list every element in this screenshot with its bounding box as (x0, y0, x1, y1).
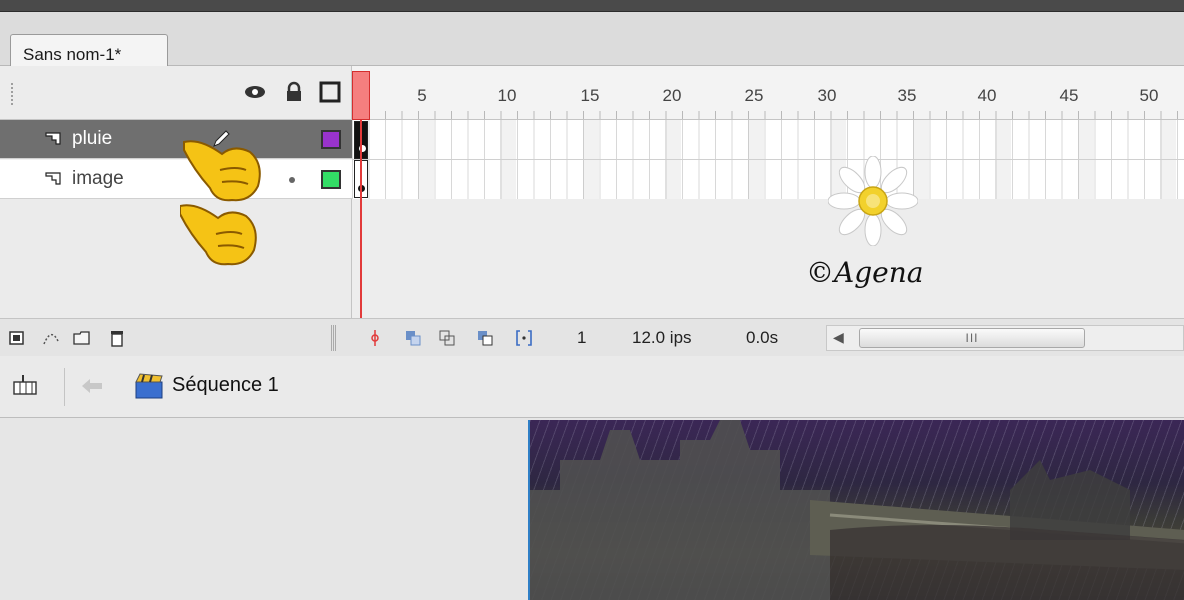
watermark-text: ©Agena (806, 256, 924, 289)
ruler-number: 5 (417, 86, 427, 105)
onion-skin-outlines-icon[interactable] (438, 329, 456, 347)
scroll-left-arrow-icon[interactable]: ◀ (833, 329, 844, 346)
agena-watermark: ©Agena (800, 152, 980, 312)
outline-icon[interactable] (318, 80, 342, 104)
layer-color-box[interactable] (321, 130, 341, 149)
playhead[interactable] (352, 71, 370, 120)
frame-ruler[interactable]: 1 5 10 15 20 25 30 35 40 45 50 (352, 66, 1184, 120)
scene-label[interactable]: Séquence 1 (172, 374, 279, 397)
visibility-dot[interactable] (289, 177, 295, 183)
frame-rate[interactable]: 12.0 ips (632, 328, 692, 348)
frame-empty-area (352, 199, 1184, 318)
ruler-number: 50 (1139, 86, 1159, 105)
motion-guide-icon[interactable] (42, 329, 60, 347)
layer-row-pluie[interactable]: pluie (0, 120, 352, 159)
layer-icon (45, 172, 61, 185)
new-layer-icon[interactable] (8, 329, 26, 347)
ruler-number: 25 (744, 86, 764, 105)
ruler-number: 40 (977, 86, 997, 105)
layer-list-empty-area (0, 199, 352, 318)
ruler-ticks (352, 111, 1184, 119)
document-tab-strip: Sans nom-1* (0, 12, 1184, 79)
scrollbar-thumb[interactable]: III (859, 328, 1085, 348)
timeline-toggle-icon[interactable] (12, 373, 38, 399)
timeline-bottom-bar: 1 12.0 ips 0.0s ◀ III (0, 318, 1184, 356)
ruler-number: 35 (897, 86, 917, 105)
timeline-panel: 1 5 10 15 20 25 30 35 40 45 50 pluie ima… (0, 66, 1184, 356)
castle-image (530, 420, 1184, 600)
layer-header (0, 66, 352, 120)
ruler-number: 45 (1059, 86, 1079, 105)
edit-bar: Séquence 1 (0, 356, 1184, 418)
edit-multiple-frames-icon[interactable] (476, 329, 494, 347)
onion-skin-icon[interactable] (404, 329, 422, 347)
stage-canvas[interactable] (528, 420, 1184, 600)
eye-icon[interactable] (243, 80, 267, 104)
timeline-horizontal-scrollbar[interactable]: ◀ III (826, 325, 1184, 351)
pointing-hands-icon (180, 140, 261, 266)
layer-row-image[interactable]: image (0, 160, 352, 199)
panel-grip[interactable] (10, 82, 14, 106)
window-top-bar (0, 0, 1184, 12)
current-frame: 1 (577, 328, 587, 347)
scene-clapper-icon (135, 373, 163, 399)
back-arrow-icon[interactable] (80, 376, 104, 396)
new-folder-icon[interactable] (73, 329, 91, 347)
modify-onion-markers-icon[interactable] (515, 329, 533, 347)
elapsed-time: 0.0s (746, 328, 779, 347)
center-frame-icon[interactable] (366, 329, 384, 347)
ruler-number: 20 (662, 86, 682, 105)
layer-icon (45, 132, 61, 145)
frame-row-divider (352, 159, 1184, 160)
layer-color-box[interactable] (321, 170, 341, 189)
separator (64, 368, 65, 406)
panel-splitter[interactable] (331, 325, 337, 351)
trash-icon[interactable] (108, 329, 126, 347)
layer-name: image (72, 168, 124, 189)
lock-icon[interactable] (282, 80, 306, 104)
layer-name: pluie (72, 128, 113, 149)
daisy-icon (828, 156, 918, 246)
ruler-number: 15 (580, 86, 600, 105)
ruler-number: 30 (817, 86, 837, 105)
ruler-number: 10 (497, 86, 517, 105)
